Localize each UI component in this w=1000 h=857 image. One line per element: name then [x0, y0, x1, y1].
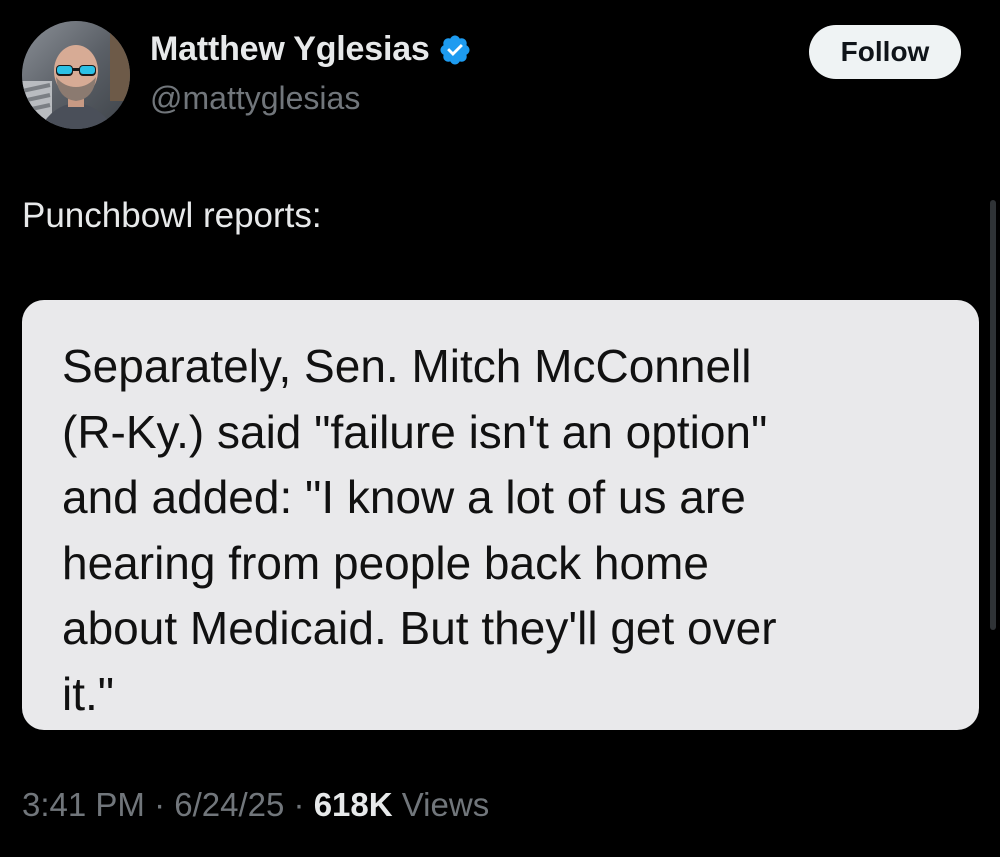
meta-separator: · — [154, 786, 175, 823]
tweet-text: Punchbowl reports: — [22, 196, 322, 235]
views-count: 618K — [313, 786, 393, 823]
tweet-date[interactable]: 6/24/25 — [174, 786, 284, 823]
scrollbar-thumb[interactable] — [990, 200, 996, 630]
author-name[interactable]: Matthew Yglesias — [150, 30, 472, 69]
follow-button[interactable]: Follow — [809, 25, 961, 79]
meta-separator: · — [293, 786, 314, 823]
tweet-time[interactable]: 3:41 PM — [22, 786, 145, 823]
avatar-photo-icon — [22, 21, 130, 129]
views-label: Views — [401, 786, 490, 823]
author-name-label[interactable]: Matthew Yglesias — [150, 30, 430, 69]
author-avatar[interactable] — [22, 21, 130, 129]
attached-image-quote[interactable]: Separately, Sen. Mitch McConnell (R-Ky.)… — [22, 300, 979, 730]
author-handle[interactable]: @mattyglesias — [150, 80, 360, 117]
quote-text: Separately, Sen. Mitch McConnell (R-Ky.)… — [62, 340, 777, 720]
tweet: Matthew Yglesias @mattyglesias Follow Pu… — [0, 0, 1000, 857]
tweet-meta: 3:41 PM · 6/24/25 · 618K Views — [22, 786, 489, 824]
verified-badge-icon[interactable] — [438, 33, 472, 67]
